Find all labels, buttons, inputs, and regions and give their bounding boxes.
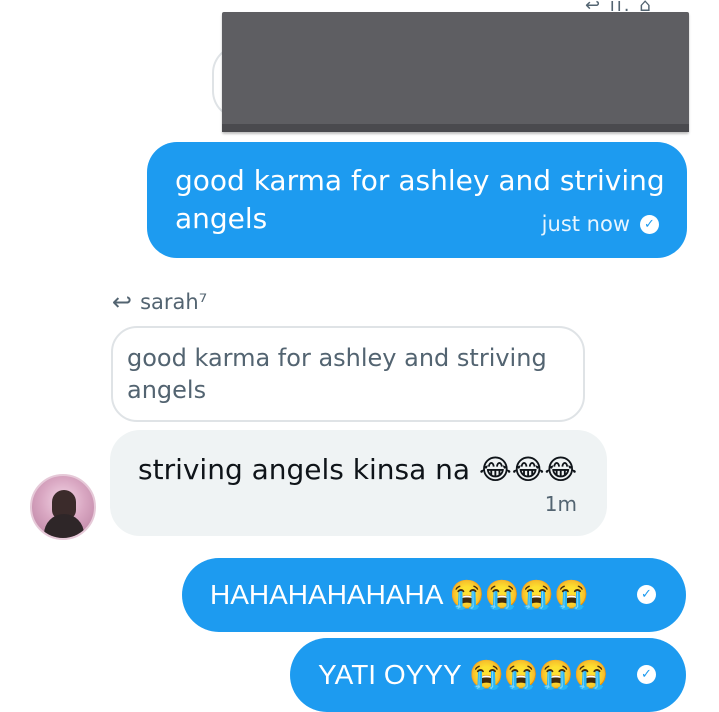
quoted-message[interactable]: good karma for ashley and striving angel… [111,326,585,422]
reply-header: ↩ sarah⁷ [112,290,207,314]
sent-message-bubble[interactable]: HAHAHAHAHAHA 😭😭😭😭 ✓ [182,558,686,632]
message-timestamp: just now [541,212,630,236]
sent-message-bubble[interactable]: YATI OYYY 😭😭😭😭 ✓ [290,638,686,712]
message-text: HAHAHAHAHAHA 😭😭😭😭 [210,579,590,610]
reply-to-name: sarah⁷ [140,290,208,314]
redaction-shadow [222,124,689,132]
avatar-body [44,514,84,538]
avatar[interactable] [30,474,96,540]
redacted-block [222,12,689,132]
message-meta: just now ✓ [542,212,659,236]
reply-arrow-icon: ↩ [112,288,133,316]
message-timestamp: 1m [544,492,577,516]
quoted-text: good karma for ashley and striving angel… [127,344,547,404]
seen-check-icon: ✓ [640,214,659,234]
seen-check-icon: ✓ [637,665,656,684]
message-text: YATI OYYY 😭😭😭😭 [318,659,609,690]
message-text: striving angels kinsa na 😂😂😂 [138,452,577,488]
seen-check-icon: ✓ [637,585,656,604]
sent-message-bubble[interactable]: good karma for ashley and striving angel… [147,142,687,258]
received-message-bubble[interactable]: striving angels kinsa na 😂😂😂 1m [110,430,607,536]
message-text-content: striving angels kinsa na 😂😂😂 [138,453,578,486]
